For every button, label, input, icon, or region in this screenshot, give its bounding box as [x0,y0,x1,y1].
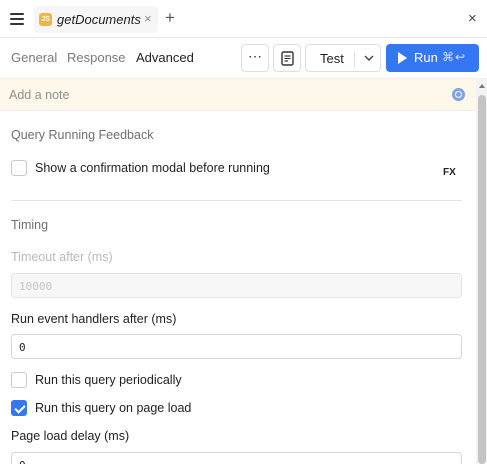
more-options-button[interactable]: ⋯ [241,44,269,72]
tab-advanced[interactable]: Advanced [136,50,194,65]
run-periodically-checkbox[interactable] [11,372,27,388]
run-on-page-load-label[interactable]: Run this query on page load [35,401,191,415]
tab-response[interactable]: Response [67,50,126,65]
confirm-modal-checkbox[interactable] [11,160,27,176]
event-handlers-input[interactable]: 0 [11,334,462,359]
timeout-label: Timeout after (ms) [11,250,113,264]
timeout-input[interactable]: 10000 [11,273,462,298]
confirm-modal-label[interactable]: Show a confirmation modal before running [35,161,270,175]
section-divider [11,200,462,201]
timing-section-title: Timing [11,218,49,232]
scroll-up-icon[interactable] [479,84,485,88]
chevron-down-icon[interactable] [362,50,376,66]
js-badge-icon: JS [39,13,52,26]
close-tab-icon[interactable]: × [144,11,152,27]
add-note-input[interactable]: Add a note [9,88,69,102]
note-ai-icon[interactable] [452,88,465,101]
feedback-section-title: Query Running Feedback [11,128,154,142]
close-panel-icon[interactable]: × [468,10,477,27]
play-icon [398,52,407,64]
tab-general[interactable]: General [11,50,57,65]
query-tab[interactable]: JS getDocuments × [34,6,158,33]
run-on-page-load-checkbox[interactable] [11,400,27,416]
scrollbar-thumb[interactable] [478,95,486,464]
query-toolbar: General Response Advanced ⋯ Test Run ⌘↩ [0,38,487,78]
run-button[interactable]: Run ⌘↩ [386,44,479,72]
fx-toggle[interactable]: FX [443,167,456,178]
page-load-delay-label: Page load delay (ms) [11,429,130,443]
test-divider [354,51,355,67]
add-tab-icon[interactable]: + [165,9,175,27]
test-button-group: Test [305,44,381,72]
docs-button[interactable] [273,44,301,72]
test-button[interactable]: Test [320,51,344,66]
run-shortcut-hint: ⌘↩ [442,50,467,64]
query-tab-title: getDocuments [57,12,141,27]
event-handlers-label: Run event handlers after (ms) [11,312,177,326]
hamburger-menu-icon[interactable] [10,13,24,25]
editor-tab-bar: JS getDocuments × + × [0,0,487,38]
page-load-delay-input[interactable]: 0 [11,452,462,464]
note-bar: Add a note [0,78,476,111]
run-button-label: Run [414,50,438,65]
run-periodically-label[interactable]: Run this query periodically [35,373,182,387]
document-icon [281,51,294,66]
